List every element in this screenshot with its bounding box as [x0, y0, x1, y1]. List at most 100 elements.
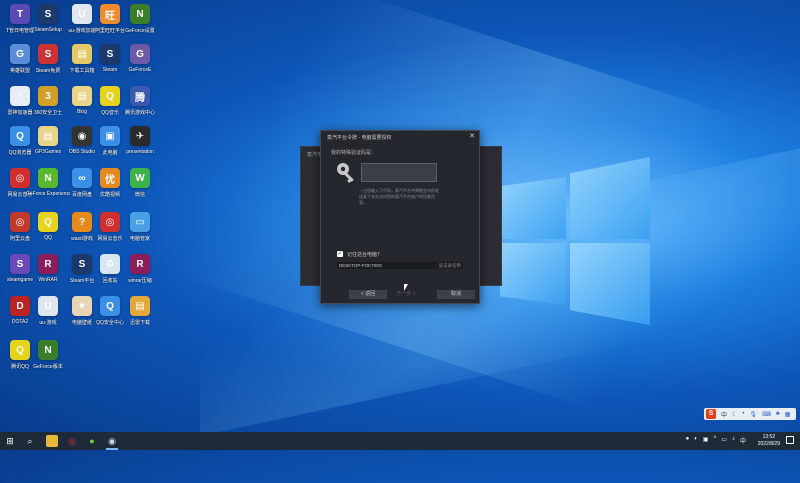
system-tray: ● ◐ ▣ ^ ▭ ♪ 中	[686, 436, 746, 445]
desktop-icon-image: ▤	[130, 296, 150, 316]
ime-tray-icon[interactable]: 中	[740, 436, 746, 445]
desktop-icon-image: R	[38, 254, 58, 274]
desktop-icon-image: 旺	[100, 4, 120, 24]
shirt-icon[interactable]: ♣	[776, 411, 780, 417]
grid-icon[interactable]: ▦	[785, 411, 791, 418]
desktop-icon-image: ♻	[100, 254, 120, 274]
desktop-icon-image: R	[130, 254, 150, 274]
desktop-icon-image: S	[100, 44, 120, 64]
desktop-icon-image: ▤	[72, 44, 92, 64]
desktop-icon-image: ▣	[100, 126, 120, 146]
desktop-icon-image: 优	[100, 168, 120, 188]
desktop-icon-label: GeForceE	[128, 67, 152, 73]
desktop-icon-image: 腾	[130, 86, 150, 106]
desktop-icon-image: ▤	[72, 86, 92, 106]
network-icon[interactable]: ▭	[721, 436, 727, 445]
next-button[interactable]: 下一步 >	[391, 290, 421, 299]
desktop-icon-image: ?	[72, 212, 92, 232]
clock-date: 2022/8/29	[757, 441, 780, 447]
mic-icon[interactable]: 🎙	[750, 411, 758, 418]
code-input[interactable]	[361, 163, 437, 182]
desktop: { "desktop": { "icons": [ {"label": "T管日…	[0, 0, 800, 483]
desktop-icon-label: GeForce设置	[125, 28, 155, 34]
steam-taskbar-icon[interactable]: ◉	[106, 435, 118, 447]
desktop-icon-image: S	[72, 254, 92, 274]
desktop-icon[interactable]: G GeForceE	[120, 42, 160, 82]
desktop-icon-label: 腾讯游戏中心	[124, 110, 155, 116]
desktop-icon-image: ◎	[100, 212, 120, 232]
moon-icon[interactable]: ☾	[732, 411, 737, 418]
desktop-icon-image: G	[130, 44, 150, 64]
code-prompt: 我的特殊验证码是：	[331, 150, 377, 156]
nvidia-tray-icon[interactable]: ◐	[694, 436, 698, 445]
red-tray-icon[interactable]: ▣	[703, 436, 709, 445]
desktop-icon-image: W	[130, 168, 150, 188]
desktop-icon-image: ◎	[10, 212, 30, 232]
desktop-icon-image: N	[38, 168, 58, 188]
desktop-icon-image: N	[38, 340, 58, 360]
desktop-icon-image: ♥	[72, 296, 92, 316]
dialog-title: 蒸汽平台令牌 - 电脑需要授权	[327, 135, 392, 141]
device-name-field[interactable]: DESKTOP-FOK700G 该记录名称	[337, 262, 463, 269]
desktop-icon[interactable]: W 微信	[120, 166, 160, 206]
device-name: DESKTOP-FOK700G	[339, 263, 383, 268]
back-button[interactable]: < 返回	[349, 290, 387, 299]
desktop-icon-image: U	[72, 4, 92, 24]
file-explorer-icon[interactable]	[46, 435, 58, 447]
taskbar: ⊞ ⌕ ◎ ● ◉ ● ◐ ▣ ^ ▭ ♪ 中 13:52 2022/8/29	[0, 432, 800, 450]
desktop-icon-image: ▭	[130, 212, 150, 232]
search-icon[interactable]: ⌕	[24, 435, 36, 447]
desktop-icon[interactable]: ✈ presentation	[120, 124, 160, 164]
desktop-icon-label: GeForce版本	[33, 364, 63, 370]
key-icon	[337, 163, 354, 183]
desktop-icon-image: ◎	[10, 168, 30, 188]
desktop-icon-image: Q	[100, 296, 120, 316]
greenball-icon[interactable]: ●	[86, 435, 98, 447]
desktop-icon-image: Q	[38, 212, 58, 232]
ime-toolbar[interactable]: S 中 ☾ • 🎙 ⌨ ♣ ▦	[704, 408, 796, 420]
close-icon[interactable]: ✕	[469, 132, 475, 140]
desktop-icon-label: presentation	[126, 149, 154, 155]
cancel-button[interactable]: 取消	[437, 290, 475, 299]
device-name-action[interactable]: 该记录名称	[439, 263, 462, 269]
desktop-icon-image: ◉	[72, 126, 92, 146]
code-hint: 一旦您输入了代码，蒸汽平台令牌就会向你发送某个允许访问您的蒸汽平台账户的设备列表…	[359, 188, 439, 205]
sogou-logo-icon: S	[706, 409, 716, 419]
desktop-icon-image: ⚡	[10, 86, 30, 106]
desktop-icon-image: N	[130, 4, 150, 24]
desktop-icon-label: winrar压缩	[128, 278, 152, 284]
desktop-icon[interactable]: Rwinrar压缩	[120, 252, 160, 292]
mouse-cursor	[404, 284, 408, 291]
desktop-icon-image: D	[10, 296, 30, 316]
desktop-icon-label: 迅雷下载	[129, 320, 150, 326]
keyboard-icon[interactable]: ⌨	[762, 411, 771, 418]
desktop-icon[interactable]: ▤ 迅雷下载	[120, 294, 160, 334]
start-windows-icon[interactable]: ⊞	[4, 435, 16, 447]
green-tray-icon[interactable]: ●	[686, 436, 690, 445]
desktop-icon-image: Q	[10, 340, 30, 360]
desktop-icon[interactable]: ▭ 电脑管家	[120, 210, 160, 250]
desktop-icon[interactable]: N GeForce设置	[120, 2, 160, 42]
steam-guard-dialog: 蒸汽平台令牌 - 电脑需要授权 ✕ 我的特殊验证码是： 一旦您输入了代码，蒸汽平…	[320, 130, 480, 304]
desktop-icon-image: Q	[10, 126, 30, 146]
desktop-icon-image: U	[38, 296, 58, 316]
clock[interactable]: 13:52 2022/8/29	[758, 434, 780, 448]
desktop-icon-image: ∞	[72, 168, 92, 188]
desktop-icon-image: ▤	[38, 126, 58, 146]
desktop-icon-image: S	[38, 4, 58, 24]
desktop-icon-image: G	[10, 44, 30, 64]
desktop-icon-image: S	[10, 254, 30, 274]
desktop-icon-image: S	[38, 44, 58, 64]
notification-icon[interactable]	[786, 436, 794, 444]
desktop-icon[interactable]: 腾腾讯游戏中心	[120, 84, 160, 124]
remember-checkbox[interactable]: ✓	[337, 251, 343, 257]
ime-language[interactable]: 中	[721, 410, 727, 419]
desktop-icon-image: 3	[38, 86, 58, 106]
desktop-icon[interactable]: N GeForce版本	[28, 338, 68, 378]
chevron-up-icon[interactable]: ^	[713, 436, 716, 445]
punctuation-icon[interactable]: •	[742, 411, 744, 417]
volume-icon[interactable]: ♪	[732, 436, 735, 445]
desktop-icon-label: 电脑管家	[129, 236, 150, 242]
desktop-icon-image: Q	[100, 86, 120, 106]
netease-music-icon[interactable]: ◎	[66, 435, 78, 447]
